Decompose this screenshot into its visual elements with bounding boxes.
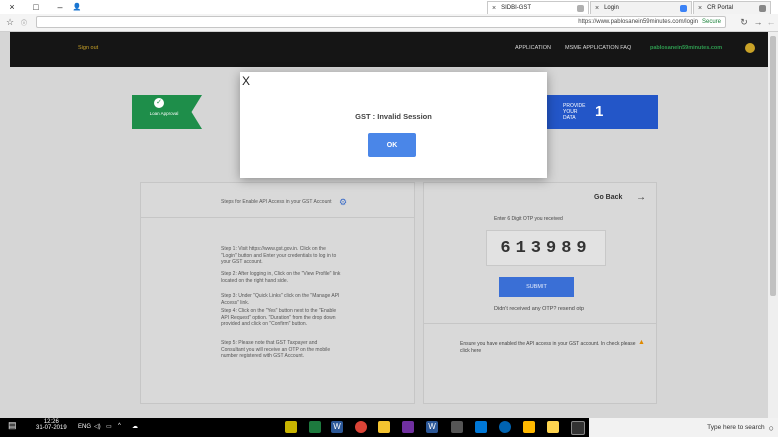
task-view-icon[interactable] (571, 421, 585, 435)
tab-close-icon[interactable]: × (595, 5, 599, 12)
step-4: Step 4: Click on the "Yes" button next t… (221, 308, 337, 327)
tab-sidbi-gst[interactable]: × SIDBI-GST (487, 1, 589, 14)
step-2: Step 2: After logging in, Click on the "… (221, 271, 341, 284)
steps-panel: Steps for Enable API Access in your GST … (140, 182, 415, 404)
checkmark-icon: ✓ (154, 98, 164, 108)
info-icon[interactable]: ⓘ (18, 16, 30, 28)
otp-prompt: Enter 6 Digit OTP you received (494, 216, 563, 222)
submit-button[interactable]: SUBMIT (499, 277, 574, 297)
edge-icon[interactable] (499, 421, 511, 433)
tab-favicon (680, 4, 687, 12)
api-note: Ensure you have enabled the API access i… (460, 341, 636, 354)
tab-label: CR Portal (707, 5, 734, 11)
steps-title: Steps for Enable API Access in your GST … (221, 199, 332, 205)
app-icon-2[interactable] (402, 421, 414, 433)
otp-input[interactable]: 613989 (486, 230, 606, 266)
minimize-window-icon[interactable]: – (50, 0, 70, 13)
store-icon[interactable] (523, 421, 535, 433)
file-explorer-icon[interactable] (378, 421, 390, 433)
provide-data-step: PROVIDE YOUR DATA 1 (545, 95, 658, 129)
step-3: Step 3: Under "Quick Links" click on the… (221, 293, 340, 306)
tab-cr-portal[interactable]: × CR Portal (693, 1, 771, 14)
step-number: 1 (595, 103, 604, 120)
site-header: Sign out APPLICATION MSME APPLICATION FA… (10, 32, 768, 67)
tab-close-icon[interactable]: × (698, 5, 702, 12)
nav-faq[interactable]: MSME APPLICATION FAQ (565, 45, 631, 51)
logout-link[interactable]: Sign out (78, 45, 98, 51)
battery-icon[interactable]: ▭ (106, 423, 112, 430)
step-1: Step 1: Visit https://www.gst.gov.in. Cl… (221, 246, 337, 265)
resend-otp-link[interactable]: Didn't received any OTP? resend otp (494, 306, 584, 312)
tab-favicon (759, 4, 766, 12)
language-indicator[interactable]: ENG (78, 424, 91, 430)
profile-icon[interactable]: 👤 (72, 0, 82, 13)
loan-approval-step: ✓ Loan Approval (132, 95, 202, 129)
star-icon[interactable]: ☆ (4, 16, 16, 28)
secure-label: Secure (701, 19, 721, 25)
dialog-message: GST : Invalid Session (355, 112, 432, 121)
divider (141, 217, 414, 218)
back-icon[interactable]: ← (765, 16, 777, 28)
search-placeholder: Type here to search (707, 424, 765, 431)
tab-label: SIDBI-GST (501, 5, 532, 11)
gst-otp-panel: Go Back → Enter 6 Digit OTP you received… (423, 182, 657, 404)
address-bar: ☆ ⓘ Secure https://www.pablosanein59minu… (0, 14, 778, 32)
tab-close-icon[interactable]: × (492, 5, 496, 12)
notification-icon[interactable]: ▤ (8, 420, 17, 431)
warning-icon: ▲ (638, 339, 645, 346)
word-icon-2[interactable]: W (426, 421, 438, 433)
excel-icon[interactable] (309, 421, 321, 433)
app-icon[interactable] (285, 421, 297, 433)
provide-data-label: PROVIDE YOUR DATA (563, 103, 586, 121)
reload-icon[interactable]: ↻ (738, 16, 750, 28)
invalid-session-dialog: X GST : Invalid Session OK (240, 72, 547, 178)
clock-date: 31-07-2019 (36, 425, 67, 431)
folder-icon[interactable] (547, 421, 559, 433)
close-window-icon[interactable]: × (2, 0, 22, 13)
clock[interactable]: 12:26 31-07-2019 (36, 419, 67, 431)
maximize-window-icon[interactable]: □ (26, 0, 46, 13)
site-brand[interactable]: pablosanein59minutes.com (650, 45, 722, 51)
word-icon[interactable]: W (331, 421, 343, 433)
divider (424, 323, 656, 324)
ok-button[interactable]: OK (368, 133, 416, 157)
network-icon[interactable]: ☁ (132, 423, 138, 430)
scrollbar-thumb[interactable] (770, 36, 776, 296)
cortana-icon[interactable]: ○ (769, 423, 774, 433)
dialog-close-button[interactable]: X (242, 74, 250, 88)
calculator-icon[interactable] (451, 421, 463, 433)
step-5: Step 5: Please note that GST Taxpayer an… (221, 340, 331, 359)
plug-icon: ⚙ (339, 197, 348, 207)
tab-favicon (577, 4, 584, 12)
chrome-icon[interactable] (355, 421, 367, 433)
taskbar-search[interactable]: ○ Type here to search (589, 418, 778, 437)
arrow-right-icon[interactable]: → (636, 192, 646, 203)
go-back-link[interactable]: Go Back (594, 194, 622, 201)
brand-logo-icon (745, 43, 755, 53)
forward-icon[interactable]: → (752, 16, 764, 28)
mail-icon[interactable] (475, 421, 487, 433)
otp-value: 613989 (500, 238, 592, 258)
url-text: https://www.pablosanein59minutes.com/log… (578, 19, 698, 25)
tab-login[interactable]: × Login (590, 1, 692, 14)
browser-titlebar: × □ – 👤 × SIDBI-GST × Login × CR Portal (0, 0, 778, 15)
chevron-up-icon[interactable]: ^ (118, 423, 121, 429)
nav-application[interactable]: APPLICATION (515, 45, 551, 51)
volume-icon[interactable]: ◁) (94, 423, 101, 430)
url-input[interactable]: Secure https://www.pablosanein59minutes.… (36, 16, 726, 28)
loan-approval-label: Loan Approval (149, 111, 179, 116)
tab-label: Login (604, 5, 619, 11)
